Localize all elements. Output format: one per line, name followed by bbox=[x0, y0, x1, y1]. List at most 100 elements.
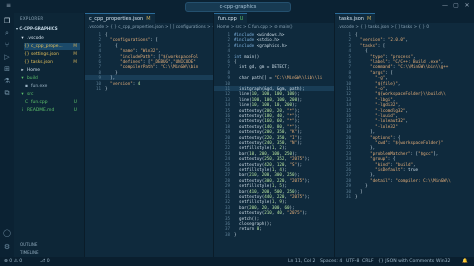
code-line[interactable]: #include <stdio.h> bbox=[234, 37, 279, 42]
code-line[interactable]: #include <graphics.h> bbox=[234, 43, 287, 48]
code-line[interactable]: { bbox=[105, 32, 108, 37]
tree-item[interactable]: ▪ fun.exe bbox=[24, 83, 80, 90]
tree-item[interactable]: {}c_cpp_prope... M bbox=[24, 43, 80, 50]
code-line[interactable]: "kind": "build", bbox=[355, 162, 415, 167]
code-line[interactable]: int gd, gm = DETECT; bbox=[234, 64, 289, 69]
breadcrumb[interactable]: Home > src > C fun.cpp > ⊘ main() bbox=[214, 23, 334, 31]
language-mode[interactable]: {} JSON with Comments bbox=[378, 257, 434, 266]
project-root[interactable]: ▾ C-CPP-GRAPHICS bbox=[16, 26, 82, 33]
code-line[interactable]: setfillstyle(1, 5); bbox=[234, 183, 287, 188]
code-line[interactable]: ], bbox=[105, 75, 115, 80]
code-line[interactable]: } bbox=[105, 70, 118, 75]
tree-item[interactable]: {}tasks.json M bbox=[24, 59, 80, 66]
code-line[interactable]: ], bbox=[355, 129, 375, 134]
code-line[interactable]: "options": { bbox=[355, 135, 400, 140]
code-line[interactable]: "defines": ["_DEBUG","UNICODE" bbox=[105, 59, 196, 64]
extensions-icon[interactable]: ⊞ bbox=[3, 65, 11, 73]
code-line[interactable]: bar(200, 20, 300, 60); bbox=[234, 205, 295, 210]
code-line[interactable]: outtextxy(420, 120, "S"); bbox=[234, 162, 302, 167]
code-line[interactable]: "-loleaut32", bbox=[355, 118, 408, 123]
code-line[interactable]: } bbox=[355, 183, 368, 188]
menu-icon[interactable]: ≡ bbox=[6, 2, 11, 10]
code-line[interactable]: setfillstyle(1, 4); bbox=[234, 167, 287, 172]
code-line[interactable]: { bbox=[355, 32, 358, 37]
breadcrumb[interactable]: .vscode > { } tasks.json > [ ] tasks > {… bbox=[335, 23, 474, 31]
code-line[interactable]: "isDefault": true bbox=[355, 167, 418, 172]
code-line[interactable]: line(10, 100, 10, 200); bbox=[234, 102, 297, 107]
code-line[interactable]: outtextxy(440, 220, "2075"); bbox=[234, 194, 310, 199]
code-area[interactable]: 1 {2 "configurations": [3 {4 "name": "Win… bbox=[85, 32, 213, 257]
code-line[interactable]: outtextxy(180, 40, "*"); bbox=[234, 113, 300, 118]
code-line[interactable]: outtextxy(240, 350, "N"); bbox=[234, 140, 302, 145]
run-debug-icon[interactable]: ▷ bbox=[3, 53, 11, 61]
code-line[interactable]: "problemMatcher": ["$gcc"], bbox=[355, 151, 438, 156]
code-line[interactable]: }, bbox=[355, 172, 375, 177]
code-line[interactable]: return 0; bbox=[234, 226, 262, 231]
code-line[interactable]: "cwd": "${workspaceFolder}" bbox=[355, 140, 443, 145]
notifications-icon[interactable]: 🔔 bbox=[462, 257, 468, 266]
code-line[interactable]: outtextxy(250, 352, "2075"); bbox=[234, 156, 310, 161]
code-line[interactable]: initgraph(&gd, &gm, path); bbox=[234, 86, 305, 91]
code-line[interactable]: outtextxy(140, 80, "*"); bbox=[234, 124, 300, 129]
code-line[interactable]: "-lcomdlg32", bbox=[355, 108, 408, 113]
code-line[interactable]: "-lole32" bbox=[355, 124, 398, 129]
code-line[interactable]: outtextxy(200, 20, "*"); bbox=[234, 108, 300, 113]
code-line[interactable]: "version": 4 bbox=[105, 81, 140, 86]
platform-config[interactable]: Win32 bbox=[436, 257, 450, 266]
code-line[interactable]: char path[] = "C:\\MinGW\\lib\\li bbox=[234, 75, 322, 80]
code-line[interactable]: "configurations": [ bbox=[105, 37, 158, 42]
encoding[interactable]: UTF-8 bbox=[346, 257, 359, 266]
code-line[interactable]: bar(10, 200, 100, 250); bbox=[234, 151, 297, 156]
problems-indicator[interactable]: ⊗ 0 ⚠ 0 bbox=[4, 257, 22, 266]
code-line[interactable]: outtextxy(300, 220, "2075"); bbox=[234, 178, 310, 183]
code-line[interactable]: "detail": "compiler: C:\\MinGW\\ bbox=[355, 178, 451, 183]
code-line[interactable]: ] bbox=[355, 189, 363, 194]
breadcrumb[interactable]: .vscode > { } c_cpp_properties.json > [ … bbox=[85, 23, 213, 31]
command-center-search[interactable]: c-cpp-graphics bbox=[185, 2, 291, 12]
code-line[interactable]: "tasks": [ bbox=[355, 43, 385, 48]
code-line[interactable]: "-lgdi32", bbox=[355, 102, 400, 107]
account-icon[interactable]: ◯ bbox=[3, 229, 11, 237]
tree-item[interactable]: {}settings.json M bbox=[24, 51, 80, 58]
code-line[interactable]: line(100, 100, 100, 200); bbox=[234, 97, 302, 102]
code-line[interactable]: bar(410, 200, 500, 250); bbox=[234, 189, 300, 194]
code-line[interactable]: }, bbox=[355, 145, 375, 150]
code-line[interactable]: "${workspaceFolder}\\build\\ bbox=[355, 91, 446, 96]
code-line[interactable]: "-g", bbox=[355, 75, 388, 80]
tree-item[interactable]: i README.md U bbox=[20, 107, 80, 114]
code-line[interactable]: outtextxy(210, 40, "2075"); bbox=[234, 210, 307, 215]
ports-indicator[interactable]: ⎇ 0 bbox=[40, 257, 50, 266]
minimize-icon[interactable]: — bbox=[440, 2, 450, 10]
code-line[interactable]: "-lbgi", bbox=[355, 97, 395, 102]
code-line[interactable]: "compilerPath": "C:\\MinGW\\bin bbox=[105, 64, 198, 69]
code-line[interactable]: int main() bbox=[234, 54, 259, 59]
code-line[interactable]: "includePath": ["${workspaceFol bbox=[105, 54, 198, 59]
testing-icon[interactable]: ⚗ bbox=[3, 77, 11, 85]
code-line[interactable]: "label": "C/C++: Build .exe", bbox=[355, 59, 443, 64]
code-line[interactable]: "${file}", bbox=[355, 81, 400, 86]
code-line[interactable]: outtextxy(200, 350, "K"); bbox=[234, 129, 302, 134]
search-icon[interactable]: ⌕ bbox=[3, 29, 11, 37]
code-line[interactable]: setfillstyle(1, 2); bbox=[234, 145, 287, 150]
code-line[interactable]: "name": "Win32", bbox=[105, 48, 160, 53]
source-control-icon[interactable]: ⑂ bbox=[3, 41, 11, 49]
tree-item[interactable]: Cfun.cpp U bbox=[24, 99, 80, 106]
tree-item[interactable]: ▾ build bbox=[20, 75, 80, 82]
line-ending[interactable]: CRLF bbox=[362, 257, 374, 266]
code-area[interactable]: 1{2 "version": "2.0.0", 3 "tasks": [4 {5 … bbox=[335, 32, 474, 257]
code-line[interactable]: } bbox=[105, 86, 108, 91]
code-line[interactable]: "args": [ bbox=[355, 70, 393, 75]
tree-item[interactable]: ▸ Home bbox=[20, 67, 80, 74]
code-line[interactable]: getch(); bbox=[234, 216, 259, 221]
code-line[interactable]: closegraph(); bbox=[234, 221, 272, 226]
code-line[interactable]: "group": { bbox=[355, 156, 395, 161]
code-line[interactable]: } bbox=[234, 232, 237, 237]
code-line[interactable]: "type": "process", bbox=[355, 54, 415, 59]
code-line[interactable]: "command": "C:\\MinGW\\bin\\g++ bbox=[355, 64, 448, 69]
code-line[interactable]: { bbox=[105, 43, 118, 48]
code-line[interactable]: { bbox=[355, 48, 368, 53]
gear-icon[interactable]: ⚙ bbox=[3, 243, 11, 251]
code-line[interactable]: "-o", bbox=[355, 86, 388, 91]
code-line[interactable]: #include <windows.h> bbox=[234, 32, 284, 37]
indentation[interactable]: Spaces: 4 bbox=[320, 257, 342, 266]
